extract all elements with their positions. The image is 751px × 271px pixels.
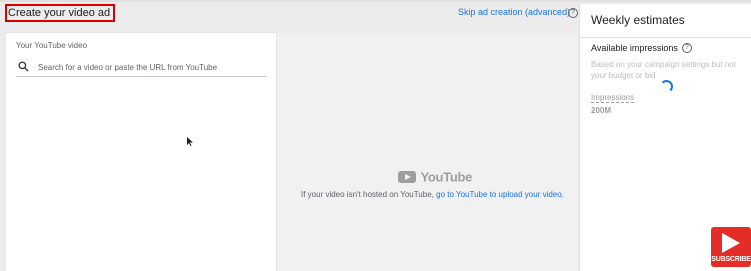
estimates-title: Weekly estimates: [591, 13, 685, 27]
subscribe-badge[interactable]: SUBSCRIBE: [711, 227, 751, 267]
help-icon[interactable]: ?: [682, 43, 692, 53]
upload-note: If your video isn't hosted on YouTube, g…: [301, 190, 564, 199]
upload-to-youtube-link[interactable]: go to YouTube to upload your video.: [436, 190, 564, 199]
impressions-label: Impressions: [591, 93, 635, 103]
estimates-header: Weekly estimates: [580, 4, 751, 38]
subscribe-play-icon: [722, 233, 740, 253]
top-divider: [0, 0, 751, 2]
impressions-value: 200M: [591, 106, 612, 115]
subscribe-label: SUBSCRIBE: [711, 256, 751, 263]
youtube-logo-text: YouTube: [420, 169, 473, 185]
available-impressions-label: Available impressions: [591, 43, 678, 53]
video-selection-card: Your YouTube video: [6, 33, 276, 271]
video-field-label: Your YouTube video: [16, 41, 88, 50]
page-title: Create your video ad: [5, 4, 116, 22]
upload-note-text: If your video isn't hosted on YouTube,: [301, 190, 434, 199]
search-icon: [18, 61, 29, 72]
cursor-icon: [187, 137, 193, 146]
video-preview-panel: YouTube If your video isn't hosted on Yo…: [277, 33, 577, 271]
estimates-note: Based on your campaign settings but not …: [591, 60, 736, 80]
video-search-row: [16, 59, 266, 77]
loading-spinner-icon: [660, 80, 673, 93]
video-search-input[interactable]: [38, 59, 263, 75]
skip-ad-creation-link[interactable]: Skip ad creation (advanced): [458, 7, 570, 17]
help-icon[interactable]: ?: [568, 8, 578, 18]
youtube-logo: YouTube: [398, 168, 473, 185]
youtube-logo-icon: [398, 170, 416, 183]
